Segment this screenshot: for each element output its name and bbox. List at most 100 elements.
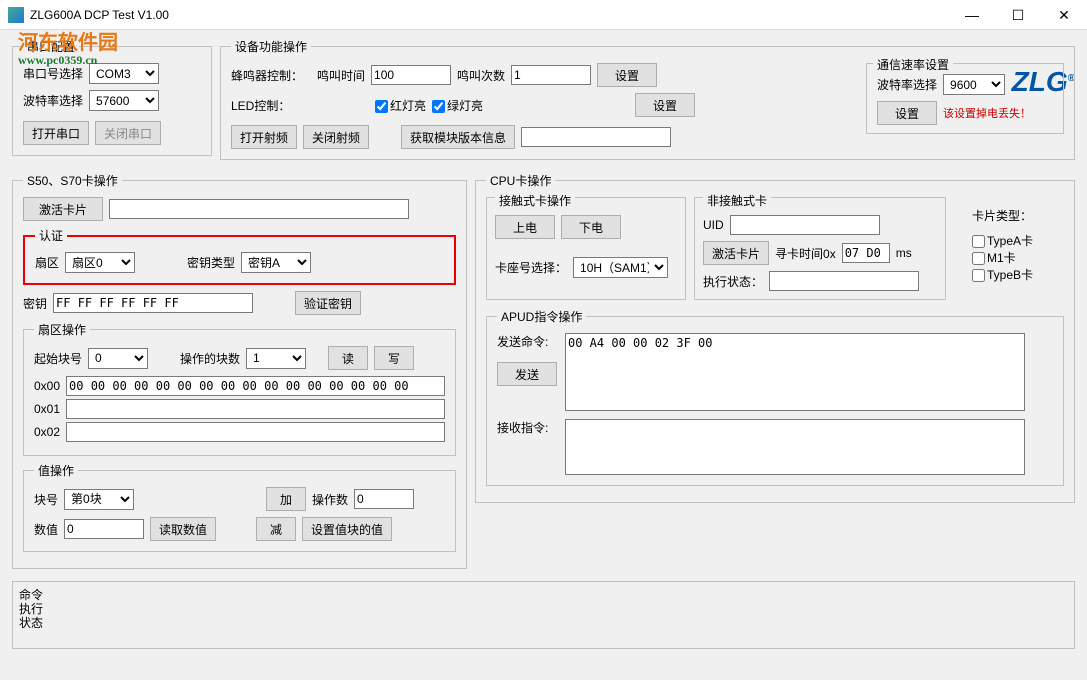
value-input[interactable] bbox=[64, 519, 144, 539]
power-off-button[interactable]: 下电 bbox=[561, 215, 621, 239]
baud-warning: 该设置掉电丢失！ bbox=[943, 105, 1031, 121]
red-led-checkbox[interactable]: 红灯亮 bbox=[375, 97, 426, 114]
rf-on-button[interactable]: 打开射频 bbox=[231, 125, 297, 149]
apdu-group: APUD指令操作 发送命令: 发送 00 A4 00 00 02 3F 00 接… bbox=[486, 308, 1064, 486]
auth-legend: 认证 bbox=[35, 227, 67, 244]
write-button[interactable]: 写 bbox=[374, 346, 414, 370]
cmd-status-label: 命令 执行 状态 bbox=[19, 588, 51, 630]
send-cmd-textarea[interactable]: 00 A4 00 00 02 3F 00 bbox=[565, 333, 1025, 411]
commbaud-label: 波特率选择 bbox=[877, 76, 937, 93]
card-type-group: 卡片类型： TypeA卡 M1卡 TypeB卡 bbox=[972, 207, 1062, 283]
value-label: 数值 bbox=[34, 521, 58, 538]
keytype-select[interactable]: 密钥A bbox=[241, 252, 311, 273]
seek-time-label: 寻卡时间0x bbox=[775, 245, 836, 262]
slot-label: 卡座号选择： bbox=[495, 259, 567, 276]
block-count-label: 操作的块数 bbox=[180, 350, 240, 367]
beep-time-label: 鸣叫时间 bbox=[317, 67, 365, 84]
minimize-button[interactable]: — bbox=[949, 0, 995, 30]
sector-ops-group: 扇区操作 起始块号 0 操作的块数 1 读 写 0x00 bbox=[23, 321, 456, 456]
value-ops-group: 值操作 块号 第0块 加 操作数 数值 读取数值 减 bbox=[23, 462, 456, 552]
read-button[interactable]: 读 bbox=[328, 346, 368, 370]
exec-status-output bbox=[769, 271, 919, 291]
typea-checkbox[interactable]: TypeA卡 bbox=[972, 234, 1033, 248]
set-value-button[interactable]: 设置值块的值 bbox=[302, 517, 392, 541]
send-cmd-label: 发送命令: bbox=[497, 333, 557, 350]
value-ops-legend: 值操作 bbox=[34, 462, 78, 479]
watermark: 河东软件园 www.pc0359.cn bbox=[18, 26, 118, 68]
device-ops-group: 设备功能操作 通信速率设置 波特率选择 9600 设置 该设置掉电丢失！ 蜂鸣器… bbox=[220, 38, 1075, 160]
start-block-label: 起始块号 bbox=[34, 350, 82, 367]
cpu-legend: CPU卡操作 bbox=[486, 172, 555, 189]
nc-activate-button[interactable]: 激活卡片 bbox=[703, 241, 769, 265]
opcount-label: 操作数 bbox=[312, 491, 348, 508]
row0-label: 0x00 bbox=[34, 379, 60, 393]
uid-label: UID bbox=[703, 218, 724, 232]
keytype-label: 密钥类型 bbox=[187, 254, 235, 271]
key-label: 密钥 bbox=[23, 295, 47, 312]
row1-input[interactable] bbox=[66, 399, 445, 419]
sector-ops-legend: 扇区操作 bbox=[34, 321, 90, 338]
auth-group: 认证 扇区 扇区0 密钥类型 密钥A bbox=[23, 227, 456, 285]
start-block-select[interactable]: 0 bbox=[88, 348, 148, 369]
verify-key-button[interactable]: 验证密钥 bbox=[295, 291, 361, 315]
baud-setting-group: 通信速率设置 波特率选择 9600 设置 该设置掉电丢失！ bbox=[866, 63, 1064, 134]
ms-label: ms bbox=[896, 246, 912, 260]
uid-output bbox=[730, 215, 880, 235]
key-input[interactable] bbox=[53, 293, 253, 313]
beep-label: 蜂鸣器控制： bbox=[231, 67, 311, 84]
apdu-legend: APUD指令操作 bbox=[497, 308, 586, 325]
seek-time-input[interactable] bbox=[842, 243, 890, 263]
beep-set-button[interactable]: 设置 bbox=[597, 63, 657, 87]
maximize-button[interactable]: ☐ bbox=[995, 0, 1041, 30]
cmd-status-output bbox=[51, 588, 1068, 642]
typeb-checkbox[interactable]: TypeB卡 bbox=[972, 268, 1033, 282]
block-count-select[interactable]: 1 bbox=[246, 348, 306, 369]
recv-cmd-textarea bbox=[565, 419, 1025, 475]
led-set-button[interactable]: 设置 bbox=[635, 93, 695, 117]
commbaud-set-button[interactable]: 设置 bbox=[877, 101, 937, 125]
opcount-input[interactable] bbox=[354, 489, 414, 509]
sector-label: 扇区 bbox=[35, 254, 59, 271]
valblock-label: 块号 bbox=[34, 491, 58, 508]
rf-off-button[interactable]: 关闭射频 bbox=[303, 125, 369, 149]
version-output bbox=[521, 127, 671, 147]
get-version-button[interactable]: 获取模块版本信息 bbox=[401, 125, 515, 149]
noncontact-ops-group: 非接触式卡 UID 激活卡片 寻卡时间0x ms 执行状态： bbox=[694, 197, 946, 300]
titlebar: ZLG600A DCP Test V1.00 — ☐ ✕ bbox=[0, 0, 1087, 30]
app-icon bbox=[8, 7, 24, 23]
close-button[interactable]: ✕ bbox=[1041, 0, 1087, 30]
activate-card-button[interactable]: 激活卡片 bbox=[23, 197, 103, 221]
activate-output bbox=[109, 199, 409, 219]
power-on-button[interactable]: 上电 bbox=[495, 215, 555, 239]
cpu-group: CPU卡操作 卡片类型： TypeA卡 M1卡 TypeB卡 接触式卡操作 上电… bbox=[475, 172, 1075, 503]
window-title: ZLG600A DCP Test V1.00 bbox=[30, 8, 169, 22]
card-type-legend: 卡片类型： bbox=[972, 207, 1062, 224]
beep-count-label: 鸣叫次数 bbox=[457, 67, 505, 84]
row0-input[interactable] bbox=[66, 376, 445, 396]
read-value-button[interactable]: 读取数值 bbox=[150, 517, 216, 541]
slot-select[interactable]: 10H（SAM1） bbox=[573, 257, 668, 278]
beep-count-input[interactable] bbox=[511, 65, 591, 85]
open-serial-button[interactable]: 打开串口 bbox=[23, 121, 89, 145]
row1-label: 0x01 bbox=[34, 402, 60, 416]
row2-input[interactable] bbox=[66, 422, 445, 442]
baud-select[interactable]: 57600 bbox=[89, 90, 159, 111]
recv-cmd-label: 接收指令: bbox=[497, 419, 557, 436]
close-serial-button[interactable]: 关闭串口 bbox=[95, 121, 161, 145]
commbaud-select[interactable]: 9600 bbox=[943, 74, 1005, 95]
row2-label: 0x02 bbox=[34, 425, 60, 439]
send-button[interactable]: 发送 bbox=[497, 362, 557, 386]
beep-time-input[interactable] bbox=[371, 65, 451, 85]
green-led-checkbox[interactable]: 绿灯亮 bbox=[432, 97, 483, 114]
add-button[interactable]: 加 bbox=[266, 487, 306, 511]
cmd-status-group: 命令 执行 状态 bbox=[12, 581, 1075, 649]
sub-button[interactable]: 减 bbox=[256, 517, 296, 541]
valblock-select[interactable]: 第0块 bbox=[64, 489, 134, 510]
led-label: LED控制： bbox=[231, 97, 311, 114]
contact-ops-group: 接触式卡操作 上电 下电 卡座号选择： 10H（SAM1） bbox=[486, 197, 686, 300]
sector-select[interactable]: 扇区0 bbox=[65, 252, 135, 273]
device-ops-legend: 设备功能操作 bbox=[231, 38, 311, 55]
m1-checkbox[interactable]: M1卡 bbox=[972, 251, 1016, 265]
baud-label: 波特率选择 bbox=[23, 92, 83, 109]
s50-group: S50、S70卡操作 激活卡片 认证 扇区 扇区0 密钥类型 密钥A bbox=[12, 172, 467, 569]
